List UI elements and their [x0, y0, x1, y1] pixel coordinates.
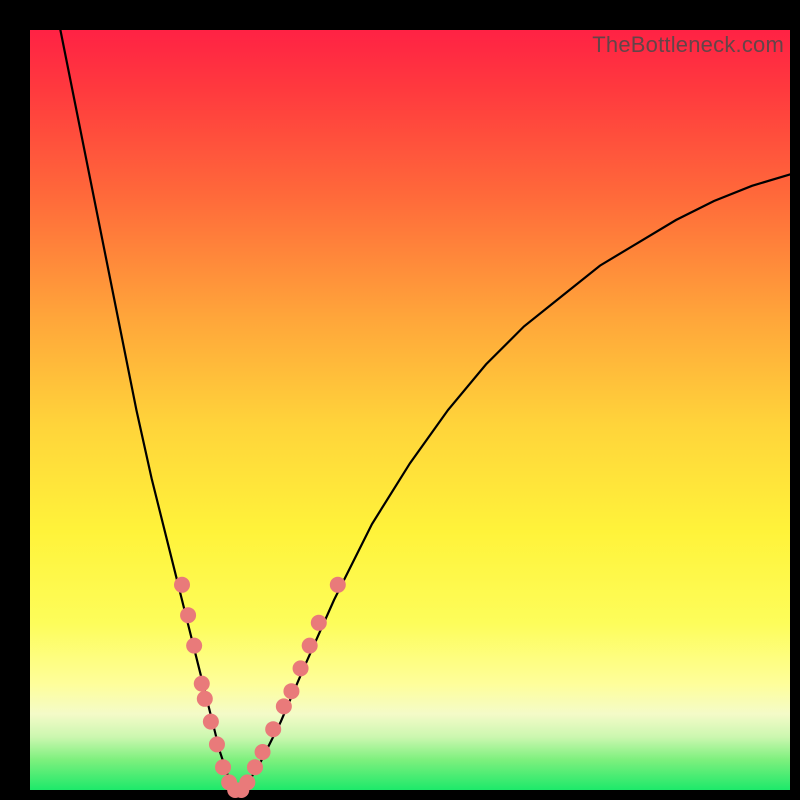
- data-dot: [276, 698, 292, 714]
- data-dot: [180, 607, 196, 623]
- data-dot: [186, 638, 202, 654]
- data-dot: [311, 615, 327, 631]
- data-dot: [247, 759, 263, 775]
- plot-area: TheBottleneck.com: [30, 30, 790, 790]
- data-dot: [330, 577, 346, 593]
- chart-frame: TheBottleneck.com: [0, 0, 800, 800]
- data-dot: [302, 638, 318, 654]
- data-dot: [265, 721, 281, 737]
- data-dot: [197, 691, 213, 707]
- data-dot: [293, 660, 309, 676]
- data-dot: [239, 774, 255, 790]
- chart-svg: [30, 30, 790, 790]
- data-dot: [194, 676, 210, 692]
- bottleneck-curve: [60, 30, 790, 790]
- data-dot: [283, 683, 299, 699]
- data-dot: [255, 744, 271, 760]
- data-dots-group: [174, 577, 346, 798]
- data-dot: [215, 759, 231, 775]
- data-dot: [174, 577, 190, 593]
- data-dot: [209, 736, 225, 752]
- data-dot: [203, 714, 219, 730]
